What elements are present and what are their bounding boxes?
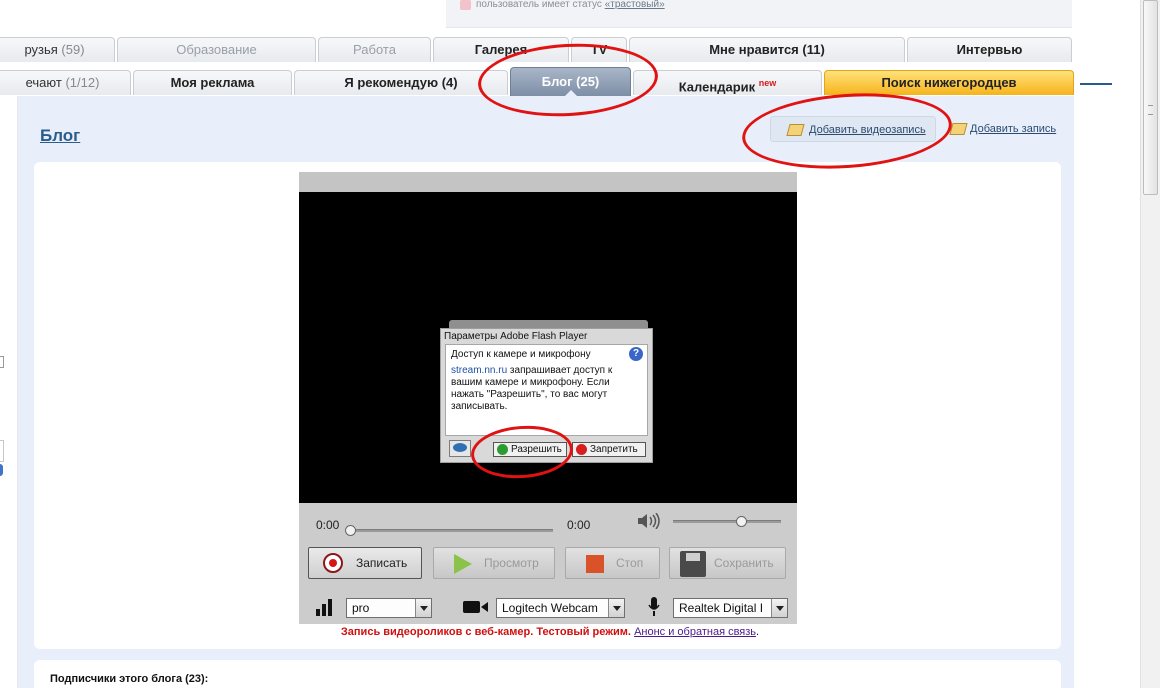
progress-track[interactable]: [350, 529, 553, 532]
volume-knob[interactable]: [736, 516, 748, 527]
deny-button[interactable]: Запретить: [572, 442, 646, 457]
flash-dialog-title: Параметры Adobe Flash Player: [444, 331, 588, 342]
flash-dialog-message: stream.nn.ru запрашивает доступ к вашим …: [451, 365, 613, 412]
tab-my-ads[interactable]: Моя реклама: [133, 70, 292, 95]
play-icon: [454, 554, 472, 574]
current-time: 0:00: [316, 518, 340, 532]
record-button[interactable]: Записать: [308, 547, 422, 579]
volume-icon[interactable]: [637, 512, 661, 530]
quality-select[interactable]: pro: [346, 598, 432, 618]
user-status-strip: пользователь имеет статус «трастовый»: [446, 0, 1072, 28]
stop-button[interactable]: Стоп: [565, 547, 660, 579]
tab-calendar[interactable]: Календарик new: [633, 70, 822, 95]
pencil-icon: [949, 123, 968, 135]
record-icon: [323, 553, 343, 573]
camera-icon: [463, 600, 489, 614]
volume-track[interactable]: [673, 520, 781, 523]
stop-square-icon: [586, 555, 604, 573]
left-sidebar-edge: [0, 96, 18, 688]
requesting-site: stream.nn.ru: [451, 365, 508, 376]
tab-friends[interactable]: рузья (59): [0, 37, 115, 62]
subscribers-title: Подписчики этого блога (23):: [50, 673, 209, 685]
privacy-settings-icon[interactable]: [449, 440, 471, 457]
camera-select[interactable]: Logitech Webcam: [496, 598, 625, 618]
tab-search-residents[interactable]: Поиск нижегородцев: [824, 70, 1074, 95]
floppy-icon: [680, 551, 706, 577]
flash-dialog-heading: Доступ к камере и микрофону: [451, 349, 591, 360]
total-time: 0:00: [567, 518, 591, 532]
tab-recommend[interactable]: Я рекомендую (4): [294, 70, 508, 95]
announcement-link[interactable]: Анонс и обратная связь: [634, 626, 756, 638]
tab-education[interactable]: Образование: [117, 37, 316, 62]
status-link[interactable]: «трастовый»: [605, 0, 665, 10]
save-button[interactable]: Сохранить: [669, 547, 786, 579]
left-edge-field: [0, 440, 4, 462]
tab-work[interactable]: Работа: [318, 37, 431, 62]
microphone-icon: [648, 597, 660, 617]
tab-replies[interactable]: ечают (1/12): [0, 70, 131, 95]
new-badge: new: [758, 78, 777, 88]
preview-button[interactable]: Просмотр: [433, 547, 555, 579]
tab-likes[interactable]: Мне нравится (11): [629, 37, 905, 62]
add-post-button[interactable]: Добавить запись: [946, 116, 1072, 142]
status-text: пользователь имеет статус «трастовый»: [476, 0, 665, 10]
scrollbar-thumb[interactable]: [1143, 0, 1158, 195]
recorder-caption: Запись видеороликов с веб-камер. Тестовы…: [340, 626, 760, 638]
progress-knob[interactable]: [345, 525, 356, 536]
signal-strength-icon: [315, 598, 333, 616]
left-edge-checkbox: [0, 356, 4, 368]
tab-interview[interactable]: Интервью: [907, 37, 1072, 62]
stop-icon: [576, 444, 587, 455]
page-title[interactable]: Блог: [40, 126, 80, 146]
status-icon: [460, 0, 471, 10]
divider-line: [1080, 83, 1112, 85]
player-top-bar: [299, 172, 797, 192]
microphone-select[interactable]: Realtek Digital I: [673, 598, 788, 618]
left-edge-icon: [0, 464, 3, 476]
help-icon[interactable]: ?: [629, 347, 643, 361]
